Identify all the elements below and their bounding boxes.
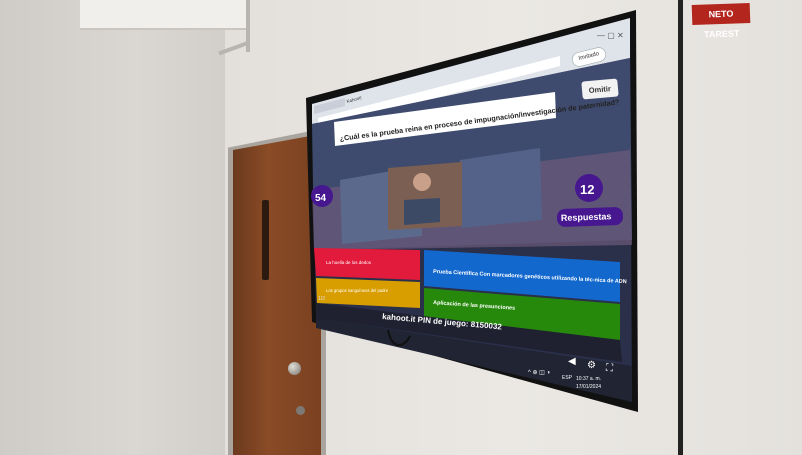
skip-label: Omitir bbox=[588, 84, 611, 95]
television: Kahoot! Invitado — ▢ ✕ ¿Cuál es la prueb… bbox=[306, 10, 638, 412]
timer-value: 54 bbox=[315, 193, 327, 204]
scene-panel bbox=[460, 148, 542, 228]
answers-label: Respuestas bbox=[561, 211, 612, 223]
taskbar-time: 10:37 a. m. bbox=[576, 376, 601, 382]
taskbar-lang: ESP bbox=[562, 375, 573, 381]
footer-left: 1/2 bbox=[318, 296, 325, 302]
settings-gear-icon[interactable]: ⚙ bbox=[587, 360, 596, 371]
taskbar-date: 17/01/2024 bbox=[576, 384, 601, 390]
window-controls-icon[interactable]: — ▢ ✕ bbox=[597, 31, 624, 40]
answers-count: 12 bbox=[580, 182, 594, 197]
answer-tile-yellow[interactable] bbox=[316, 278, 420, 308]
image-person-body bbox=[404, 198, 440, 225]
answer-text-yellow: Los grupos sanguíneos del padre bbox=[326, 288, 389, 293]
volume-icon[interactable]: ◀ bbox=[568, 356, 576, 367]
fullscreen-icon[interactable]: ⛶ bbox=[605, 363, 614, 374]
image-person-head bbox=[413, 173, 431, 191]
answer-text-red: La huella de los dedos bbox=[326, 260, 372, 265]
system-tray-icons[interactable]: ^ ⊕ ◫ ◑ bbox=[528, 370, 551, 376]
